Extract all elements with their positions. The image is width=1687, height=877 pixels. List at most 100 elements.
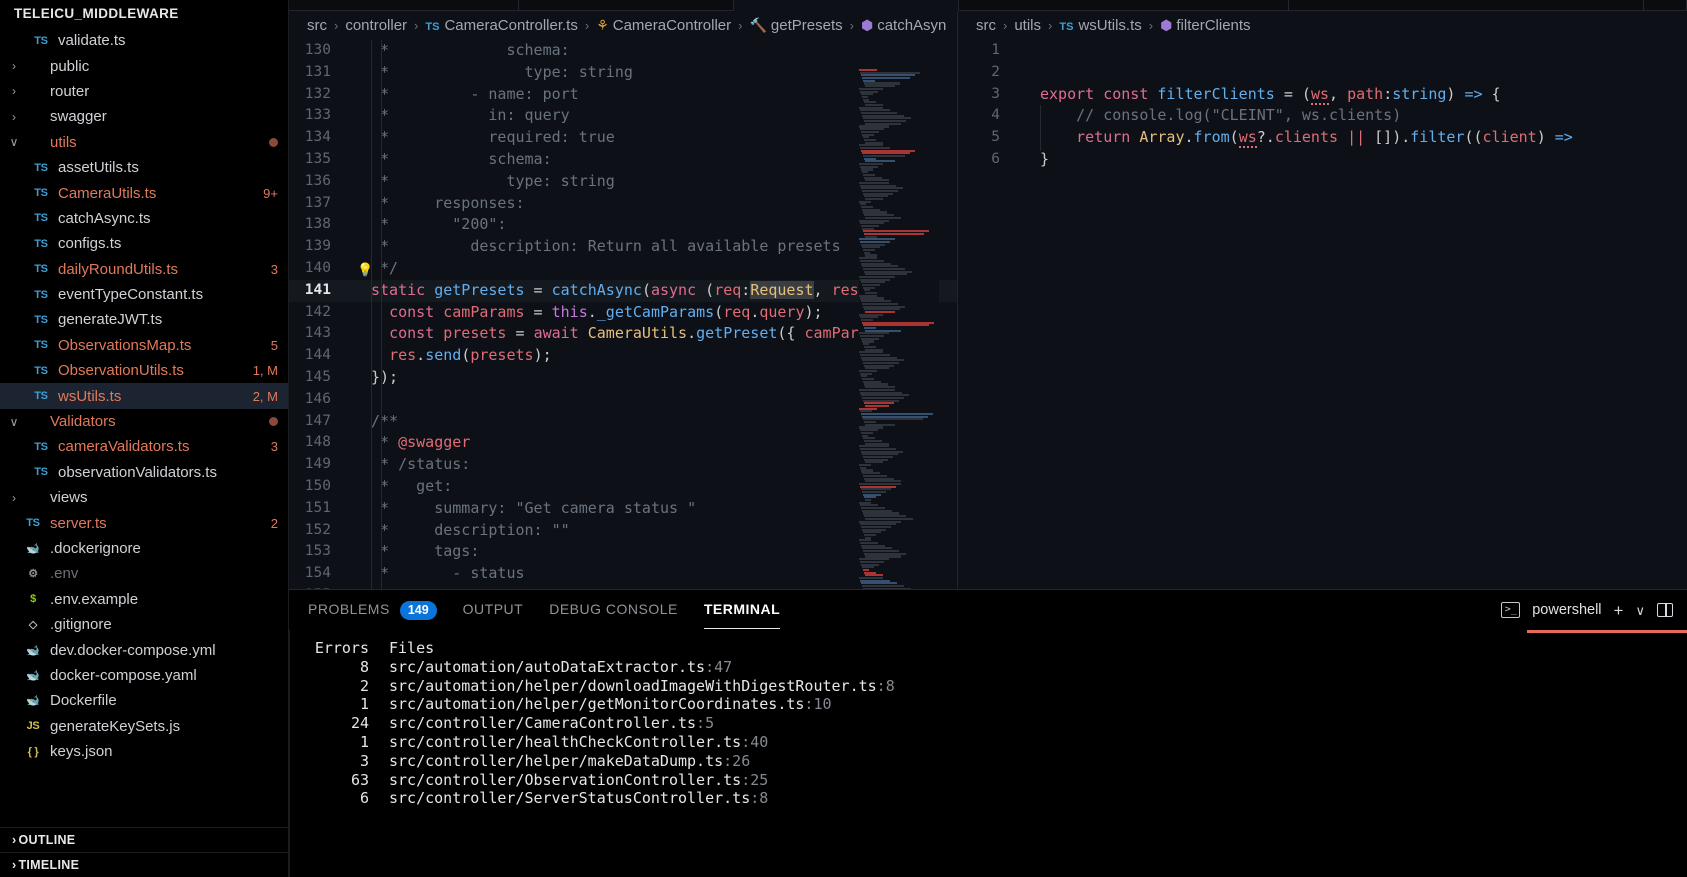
file-tree-item-validate-ts[interactable]: TSvalidate.ts — [0, 28, 288, 53]
terminal-row[interactable]: 8src/automation/autoDataExtractor.ts:47 — [309, 658, 1687, 677]
tab-slot-5[interactable] — [1289, 0, 1644, 11]
breadcrumb-segment[interactable]: src — [976, 17, 996, 34]
code-line[interactable]: 143 const presets = await CameraUtils.ge… — [289, 323, 957, 345]
terminal-row[interactable]: 24src/controller/CameraController.ts:5 — [309, 714, 1687, 733]
code-line[interactable]: 135 * schema: — [289, 149, 957, 171]
chevron-icon[interactable]: › — [6, 84, 22, 98]
breadcrumb-segment[interactable]: TSwsUtils.ts — [1059, 17, 1141, 34]
file-tree-item-server-ts[interactable]: TSserver.ts2 — [0, 510, 288, 535]
file-tree-item-swagger[interactable]: ›swagger — [0, 104, 288, 129]
sidebar-section-timeline[interactable]: ›TIMELINE — [0, 852, 288, 877]
code-line[interactable]: 153 * tags: — [289, 541, 957, 563]
terminal-output[interactable]: ErrorsFiles 8src/automation/autoDataExtr… — [289, 630, 1687, 877]
code-line[interactable]: 144 res.send(presets); — [289, 345, 957, 367]
code-line[interactable]: 136 * type: string — [289, 171, 957, 193]
breadcrumb-segment[interactable]: ⬢catchAsyn — [861, 17, 946, 34]
code-line[interactable]: 4 // console.log("CLEINT", ws.clients) — [958, 105, 1687, 127]
chevron-icon[interactable]: › — [6, 110, 22, 124]
error-file-path[interactable]: src/automation/helper/getMonitorCoordina… — [369, 695, 804, 713]
code-line[interactable]: 132 * - name: port — [289, 84, 957, 106]
breadcrumb-segment[interactable]: src — [307, 17, 327, 34]
file-tree-item-configs-ts[interactable]: TSconfigs.ts — [0, 231, 288, 256]
terminal-row[interactable]: 6src/controller/ServerStatusController.t… — [309, 789, 1687, 808]
terminal-row[interactable]: 1src/automation/helper/getMonitorCoordin… — [309, 695, 1687, 714]
file-tree-item-views[interactable]: ›views — [0, 485, 288, 510]
code-line[interactable]: 148 * @swagger — [289, 432, 957, 454]
code-line[interactable]: 152 * description: "" — [289, 520, 957, 542]
file-tree-item--env-example[interactable]: $.env.example — [0, 587, 288, 612]
file-tree-item-camerautils-ts[interactable]: TSCameraUtils.ts9+ — [0, 180, 288, 205]
breadcrumb-left[interactable]: src›controller›TSCameraController.ts›⚘Ca… — [289, 11, 957, 40]
split-terminal-icon[interactable] — [1657, 603, 1673, 617]
code-line[interactable]: 1 — [958, 40, 1687, 62]
chevron-icon[interactable]: › — [6, 59, 22, 73]
file-tree-item-eventtypeconstant-ts[interactable]: TSeventTypeConstant.ts — [0, 282, 288, 307]
chevron-icon[interactable]: ∨ — [6, 135, 22, 149]
code-area-left[interactable]: 130 * schema:131 * type: string132 * - n… — [289, 40, 957, 589]
code-line[interactable]: 145}); — [289, 367, 957, 389]
file-tree-item-validators[interactable]: ∨Validators — [0, 409, 288, 434]
error-file-path[interactable]: src/automation/helper/downloadImageWithD… — [369, 677, 877, 695]
chevron-down-icon[interactable]: ∨ — [1635, 604, 1645, 617]
code-line[interactable]: 141static getPresets = catchAsync(async … — [289, 280, 957, 302]
panel-tab-debug-console[interactable]: DEBUG CONSOLE — [549, 596, 678, 624]
code-line[interactable]: 137 * responses: — [289, 193, 957, 215]
file-tree-item-assetutils-ts[interactable]: TSassetUtils.ts — [0, 155, 288, 180]
file-tree-item-dailyroundutils-ts[interactable]: TSdailyRoundUtils.ts3 — [0, 257, 288, 282]
code-line[interactable]: 154 * - status — [289, 563, 957, 585]
terminal-row[interactable]: 2src/automation/helper/downloadImageWith… — [309, 677, 1687, 696]
file-tree-item-cameravalidators-ts[interactable]: TScameraValidators.ts3 — [0, 434, 288, 459]
file-tree-item--gitignore[interactable]: ◇.gitignore — [0, 612, 288, 637]
code-line[interactable]: 138 * "200": — [289, 214, 957, 236]
code-area-right[interactable]: 123export const filterClients = (ws, pat… — [958, 40, 1687, 589]
panel-tab-bar[interactable]: PROBLEMS149OUTPUTDEBUG CONSOLETERMINAL>_… — [289, 590, 1687, 630]
error-file-path[interactable]: src/controller/ServerStatusController.ts — [369, 789, 750, 807]
file-tree-item-observationutils-ts[interactable]: TSObservationUtils.ts1, M — [0, 358, 288, 383]
error-file-path[interactable]: src/controller/helper/makeDataDump.ts — [369, 752, 723, 770]
code-line[interactable]: 155 * parameters: — [289, 585, 957, 589]
error-file-path[interactable]: src/controller/healthCheckController.ts — [369, 733, 741, 751]
file-tree-item--dockerignore[interactable]: 🐋.dockerignore — [0, 536, 288, 561]
breadcrumb-segment[interactable]: controller — [345, 17, 407, 34]
code-line[interactable]: 147/** — [289, 411, 957, 433]
file-tree-item-wsutils-ts[interactable]: TSwsUtils.ts2, M — [0, 383, 288, 408]
code-line[interactable]: 3export const filterClients = (ws, path:… — [958, 84, 1687, 106]
error-file-path[interactable]: src/controller/CameraController.ts — [369, 714, 696, 732]
file-tree[interactable]: TSvalidate.ts›public›router›swagger∨util… — [0, 28, 288, 827]
panel-tab-terminal[interactable]: TERMINAL — [704, 596, 780, 624]
code-line[interactable]: 139 * description: Return all available … — [289, 236, 957, 258]
code-line[interactable]: 142 const camParams = this._getCamParams… — [289, 302, 957, 324]
tab-slot-2[interactable] — [519, 0, 734, 11]
code-line[interactable]: 131 * type: string — [289, 62, 957, 84]
minimap-left[interactable] — [859, 69, 939, 589]
file-tree-item-observationvalidators-ts[interactable]: TSobservationValidators.ts — [0, 460, 288, 485]
breadcrumb-segment[interactable]: ⬢filterClients — [1160, 17, 1250, 34]
file-tree-item-dockerfile[interactable]: 🐋Dockerfile — [0, 688, 288, 713]
error-file-path[interactable]: src/automation/autoDataExtractor.ts — [369, 658, 705, 676]
file-tree-item--env[interactable]: ⚙.env — [0, 561, 288, 586]
code-line[interactable]: 149 * /status: — [289, 454, 957, 476]
file-tree-item-public[interactable]: ›public — [0, 53, 288, 78]
code-line[interactable]: 134 * required: true — [289, 127, 957, 149]
file-tree-item-docker-compose-yaml[interactable]: 🐋docker-compose.yaml — [0, 663, 288, 688]
tab-slot-6[interactable] — [1644, 0, 1687, 11]
chevron-icon[interactable]: › — [6, 491, 22, 505]
panel-tab-output[interactable]: OUTPUT — [463, 596, 524, 624]
terminal-row[interactable]: 3src/controller/helper/makeDataDump.ts:2… — [309, 752, 1687, 771]
terminal-row[interactable]: 1src/controller/healthCheckController.ts… — [309, 733, 1687, 752]
code-line[interactable]: 130 * schema: — [289, 40, 957, 62]
file-tree-item-router[interactable]: ›router — [0, 79, 288, 104]
code-line[interactable]: 5 return Array.from(ws?.clients || []).f… — [958, 127, 1687, 149]
code-line[interactable]: 6} — [958, 149, 1687, 171]
code-line[interactable]: 2 — [958, 62, 1687, 84]
code-line[interactable]: 140💡 */ — [289, 258, 957, 280]
code-line[interactable]: 150 * get: — [289, 476, 957, 498]
file-tree-item-catchasync-ts[interactable]: TScatchAsync.ts — [0, 206, 288, 231]
code-lines-right[interactable]: 123export const filterClients = (ws, pat… — [958, 40, 1687, 589]
tab-slot-4[interactable] — [959, 0, 1289, 11]
file-tree-item-dev-docker-compose-yml[interactable]: 🐋dev.docker-compose.yml — [0, 637, 288, 662]
breadcrumb-segment[interactable]: TSCameraController.ts — [425, 17, 577, 34]
tab-slot-1[interactable] — [289, 0, 519, 11]
editor-tabs-bar[interactable] — [289, 0, 1687, 11]
file-tree-item-generatejwt-ts[interactable]: TSgenerateJWT.ts — [0, 307, 288, 332]
